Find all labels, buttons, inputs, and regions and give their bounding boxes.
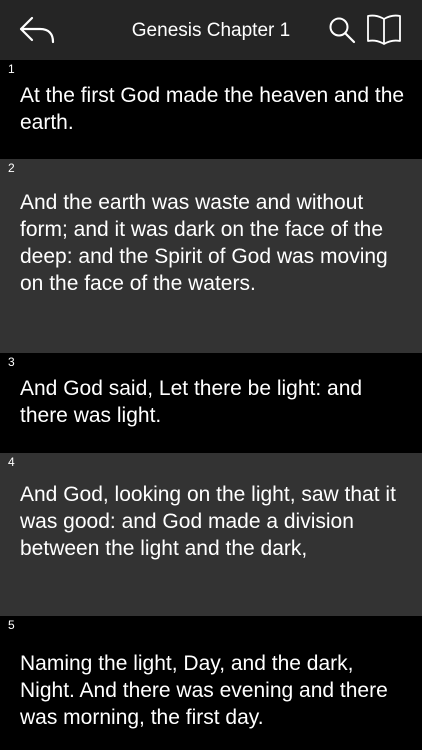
back-button[interactable] [18,14,58,46]
verse-text: And God, looking on the light, saw that … [20,483,396,560]
verse-row[interactable]: 4 And God, looking on the light, saw tha… [0,453,422,616]
book-button[interactable] [366,13,402,47]
verse-row[interactable]: 5 Naming the light, Day, and the dark, N… [0,616,422,750]
verse-number: 5 [8,618,15,632]
verse-number: 2 [8,161,15,175]
verse-text: And the earth was waste and without form… [20,191,388,295]
verse-text: And God said, Let there be light: and th… [20,377,363,427]
search-icon [329,17,356,44]
verse-row[interactable]: 2 And the earth was waste and without fo… [0,159,422,353]
verse-number: 3 [8,355,15,369]
verse-text: At the first God made the heaven and the… [20,84,405,134]
book-icon [367,14,401,45]
search-button[interactable] [328,16,356,44]
verse-row[interactable]: 3 And God said, Let there be light: and … [0,353,422,453]
verse-list[interactable]: 1 At the first God made the heaven and t… [0,60,422,750]
verse-number: 4 [8,455,15,469]
back-arrow-icon [19,16,55,44]
verse-number: 1 [8,62,15,76]
navigation-bar: Genesis Chapter 1 [0,0,422,60]
verse-row[interactable]: 1 At the first God made the heaven and t… [0,60,422,159]
verse-text: Naming the light, Day, and the dark, Nig… [20,652,388,729]
page-title: Genesis Chapter 1 [131,20,291,41]
